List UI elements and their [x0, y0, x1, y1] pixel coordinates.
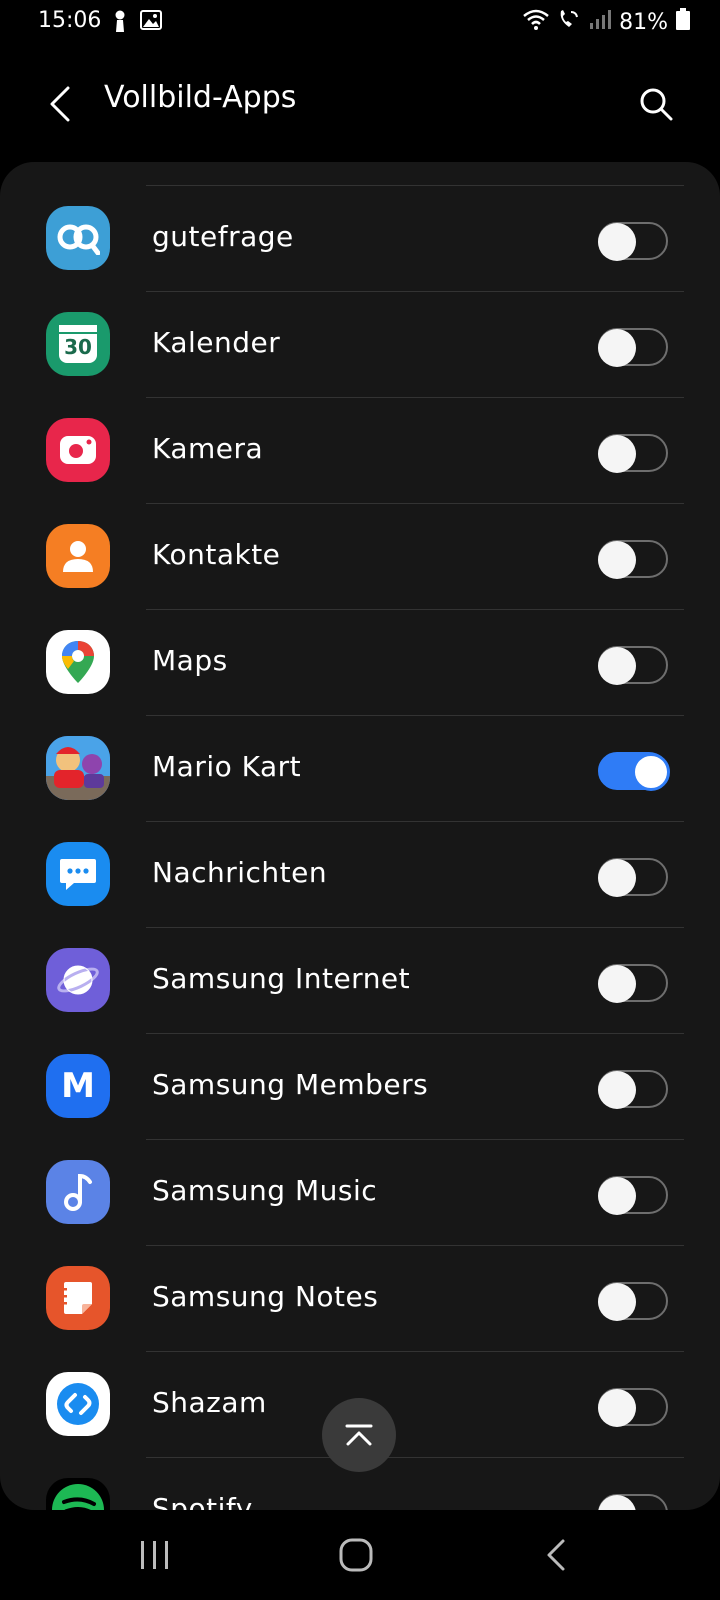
- app-label: Samsung Notes: [152, 1280, 379, 1313]
- app-row-nachrichten[interactable]: Nachrichten: [0, 822, 720, 928]
- toggle-knob: [598, 435, 636, 473]
- signal-icon: [589, 9, 612, 35]
- samsung-music-icon: [46, 1160, 110, 1224]
- back-icon: [547, 1539, 565, 1571]
- fullscreen-toggle-spotify[interactable]: [598, 1494, 668, 1510]
- samsung-notes-icon: [46, 1266, 110, 1330]
- home-icon: [339, 1538, 373, 1572]
- app-row-samsung-members[interactable]: M Samsung Members: [0, 1034, 720, 1140]
- scroll-to-top-button[interactable]: [322, 1398, 396, 1472]
- search-icon: [640, 88, 673, 121]
- samsung-internet-icon: [46, 948, 110, 1012]
- app-row-samsung-internet[interactable]: Samsung Internet: [0, 928, 720, 1034]
- image-icon: [140, 10, 162, 36]
- wifi-call-icon: [557, 8, 581, 36]
- toggle-knob: [598, 223, 636, 261]
- toggle-knob: [598, 1177, 636, 1215]
- app-row-gutefrage[interactable]: gutefrage: [0, 186, 720, 292]
- fullscreen-toggle-samsung-notes[interactable]: [598, 1282, 668, 1321]
- app-row-mario-kart[interactable]: Mario Kart: [0, 716, 720, 822]
- toggle-knob: [598, 1071, 636, 1109]
- samsung-members-icon: M: [46, 1054, 110, 1118]
- fullscreen-toggle-kalender[interactable]: [598, 328, 668, 367]
- recents-icon: [141, 1541, 168, 1569]
- gutefrage-icon: [46, 206, 110, 270]
- wifi-icon: [523, 8, 549, 36]
- fullscreen-toggle-maps[interactable]: [598, 646, 668, 685]
- maps-icon: [46, 630, 110, 694]
- toggle-knob: [598, 541, 636, 579]
- shazam-icon: [46, 1372, 110, 1436]
- app-list: gutefrage 30 Kalender Kamera Kontakte Maps Mar…: [0, 186, 720, 1510]
- search-button[interactable]: [632, 78, 680, 130]
- toggle-knob: [598, 1389, 636, 1427]
- fullscreen-toggle-kontakte[interactable]: [598, 540, 668, 579]
- app-list-card: gutefrage 30 Kalender Kamera Kontakte Maps Mar…: [0, 162, 720, 1510]
- status-time: 15:06: [38, 8, 102, 33]
- fullscreen-toggle-shazam[interactable]: [598, 1388, 668, 1427]
- spotify-icon: [46, 1478, 110, 1510]
- toggle-knob: [632, 753, 670, 791]
- fullscreen-toggle-mario-kart[interactable]: [598, 752, 670, 791]
- app-label: Spotify: [152, 1492, 253, 1510]
- toggle-knob: [598, 1495, 636, 1510]
- camera-icon: [46, 418, 110, 482]
- app-label: Nachrichten: [152, 856, 328, 889]
- contacts-icon: [46, 524, 110, 588]
- app-label: Mario Kart: [152, 750, 302, 783]
- navigation-bar: [0, 1510, 720, 1600]
- chevron-left-icon: [50, 86, 70, 122]
- toggle-knob: [598, 329, 636, 367]
- fullscreen-toggle-nachrichten[interactable]: [598, 858, 668, 897]
- fullscreen-toggle-samsung-music[interactable]: [598, 1176, 668, 1215]
- toggle-knob: [598, 647, 636, 685]
- back-button[interactable]: [40, 78, 80, 130]
- app-label: Samsung Music: [152, 1174, 378, 1207]
- home-button[interactable]: [316, 1530, 396, 1580]
- app-label: Kamera: [152, 432, 264, 465]
- calendar-icon: 30: [46, 312, 110, 376]
- fullscreen-toggle-gutefrage[interactable]: [598, 222, 668, 261]
- mario-kart-icon: [46, 736, 110, 800]
- app-label: Kalender: [152, 326, 281, 359]
- app-header: Vollbild-Apps: [0, 60, 720, 150]
- app-row-samsung-notes[interactable]: Samsung Notes: [0, 1246, 720, 1352]
- app-label: Samsung Members: [152, 1068, 429, 1101]
- recents-button[interactable]: [115, 1530, 195, 1580]
- fullscreen-toggle-kamera[interactable]: [598, 434, 668, 473]
- toggle-knob: [598, 965, 636, 1003]
- messages-icon: [46, 842, 110, 906]
- app-row-kamera[interactable]: Kamera: [0, 398, 720, 504]
- fullscreen-toggle-samsung-members[interactable]: [598, 1070, 668, 1109]
- status-bar: 15:06 81%: [0, 0, 720, 44]
- person-icon: [112, 10, 128, 36]
- page-title: Vollbild-Apps: [104, 80, 297, 115]
- toggle-knob: [598, 859, 636, 897]
- nav-back-button[interactable]: [516, 1530, 596, 1580]
- app-row-kalender[interactable]: 30 Kalender: [0, 292, 720, 398]
- battery-text: 81%: [619, 9, 668, 35]
- app-label: Kontakte: [152, 538, 281, 571]
- app-row-samsung-music[interactable]: Samsung Music: [0, 1140, 720, 1246]
- battery-icon: [676, 8, 690, 36]
- fullscreen-toggle-samsung-internet[interactable]: [598, 964, 668, 1003]
- app-row-maps[interactable]: Maps: [0, 610, 720, 716]
- app-row-kontakte[interactable]: Kontakte: [0, 504, 720, 610]
- toggle-knob: [598, 1283, 636, 1321]
- chevron-up-bar-icon: [345, 1424, 373, 1446]
- app-label: gutefrage: [152, 220, 294, 253]
- app-label: Samsung Internet: [152, 962, 411, 995]
- app-label: Shazam: [152, 1386, 267, 1419]
- app-label: Maps: [152, 644, 228, 677]
